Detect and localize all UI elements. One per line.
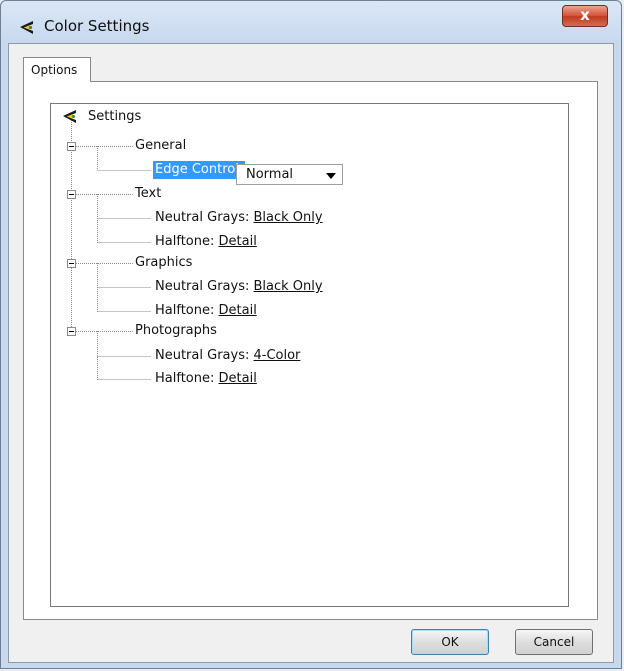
edge-control-value: Normal <box>246 167 294 182</box>
text-halftone[interactable]: Halftone: Detail <box>155 233 257 251</box>
photographs-halftone-value[interactable]: Detail <box>219 371 257 386</box>
photographs-neutral-grays-value[interactable]: 4-Color <box>254 348 301 363</box>
text-neutral-grays-value[interactable]: Black Only <box>254 210 323 225</box>
graphics-halftone-value[interactable]: Detail <box>219 303 257 318</box>
graphics-halftone[interactable]: Halftone: Detail <box>155 302 257 320</box>
text-neutral-grays-label: Neutral Grays: <box>155 210 250 225</box>
edge-control-dropdown[interactable]: Normal <box>236 164 343 185</box>
dialog-body: Options Settings General Edge Control: N… <box>8 43 614 663</box>
close-button[interactable]: x <box>562 5 608 27</box>
title-bar[interactable]: Color Settings x <box>1 1 621 43</box>
graphics-neutral-grays[interactable]: Neutral Grays: Black Only <box>155 278 323 296</box>
tree-node-text[interactable]: Text <box>135 185 161 203</box>
tab-options-label: Options <box>31 63 78 77</box>
photographs-neutral-grays[interactable]: Neutral Grays: 4-Color <box>155 347 300 365</box>
options-panel: Settings General Edge Control: Normal Te… <box>23 81 598 620</box>
tree-root-settings[interactable]: Settings <box>88 108 141 126</box>
graphics-neutral-grays-value[interactable]: Black Only <box>254 279 323 294</box>
app-logo-icon <box>20 21 33 34</box>
photographs-halftone[interactable]: Halftone: Detail <box>155 370 257 388</box>
ok-button[interactable]: OK <box>411 629 489 655</box>
close-icon: x <box>580 6 590 24</box>
chevron-down-icon <box>326 173 336 179</box>
photographs-neutral-grays-label: Neutral Grays: <box>155 348 250 363</box>
tree-node-general[interactable]: General <box>135 137 186 155</box>
photographs-halftone-label: Halftone: <box>155 371 215 386</box>
tree-node-photographs[interactable]: Photographs <box>135 322 217 340</box>
tree-root-icon <box>63 110 76 123</box>
text-halftone-label: Halftone: <box>155 234 215 249</box>
text-neutral-grays[interactable]: Neutral Grays: Black Only <box>155 209 323 227</box>
graphics-halftone-label: Halftone: <box>155 303 215 318</box>
window-title: Color Settings <box>44 17 150 35</box>
cancel-button[interactable]: Cancel <box>515 629 593 655</box>
settings-tree[interactable]: Settings General Edge Control: Normal Te… <box>50 103 569 607</box>
dialog-window: Color Settings x Options Settings Genera… <box>0 0 622 669</box>
edge-control-label[interactable]: Edge Control: <box>153 161 246 179</box>
text-halftone-value[interactable]: Detail <box>219 234 257 249</box>
tab-options[interactable]: Options <box>23 57 91 82</box>
tree-node-graphics[interactable]: Graphics <box>135 254 192 272</box>
graphics-neutral-grays-label: Neutral Grays: <box>155 279 250 294</box>
